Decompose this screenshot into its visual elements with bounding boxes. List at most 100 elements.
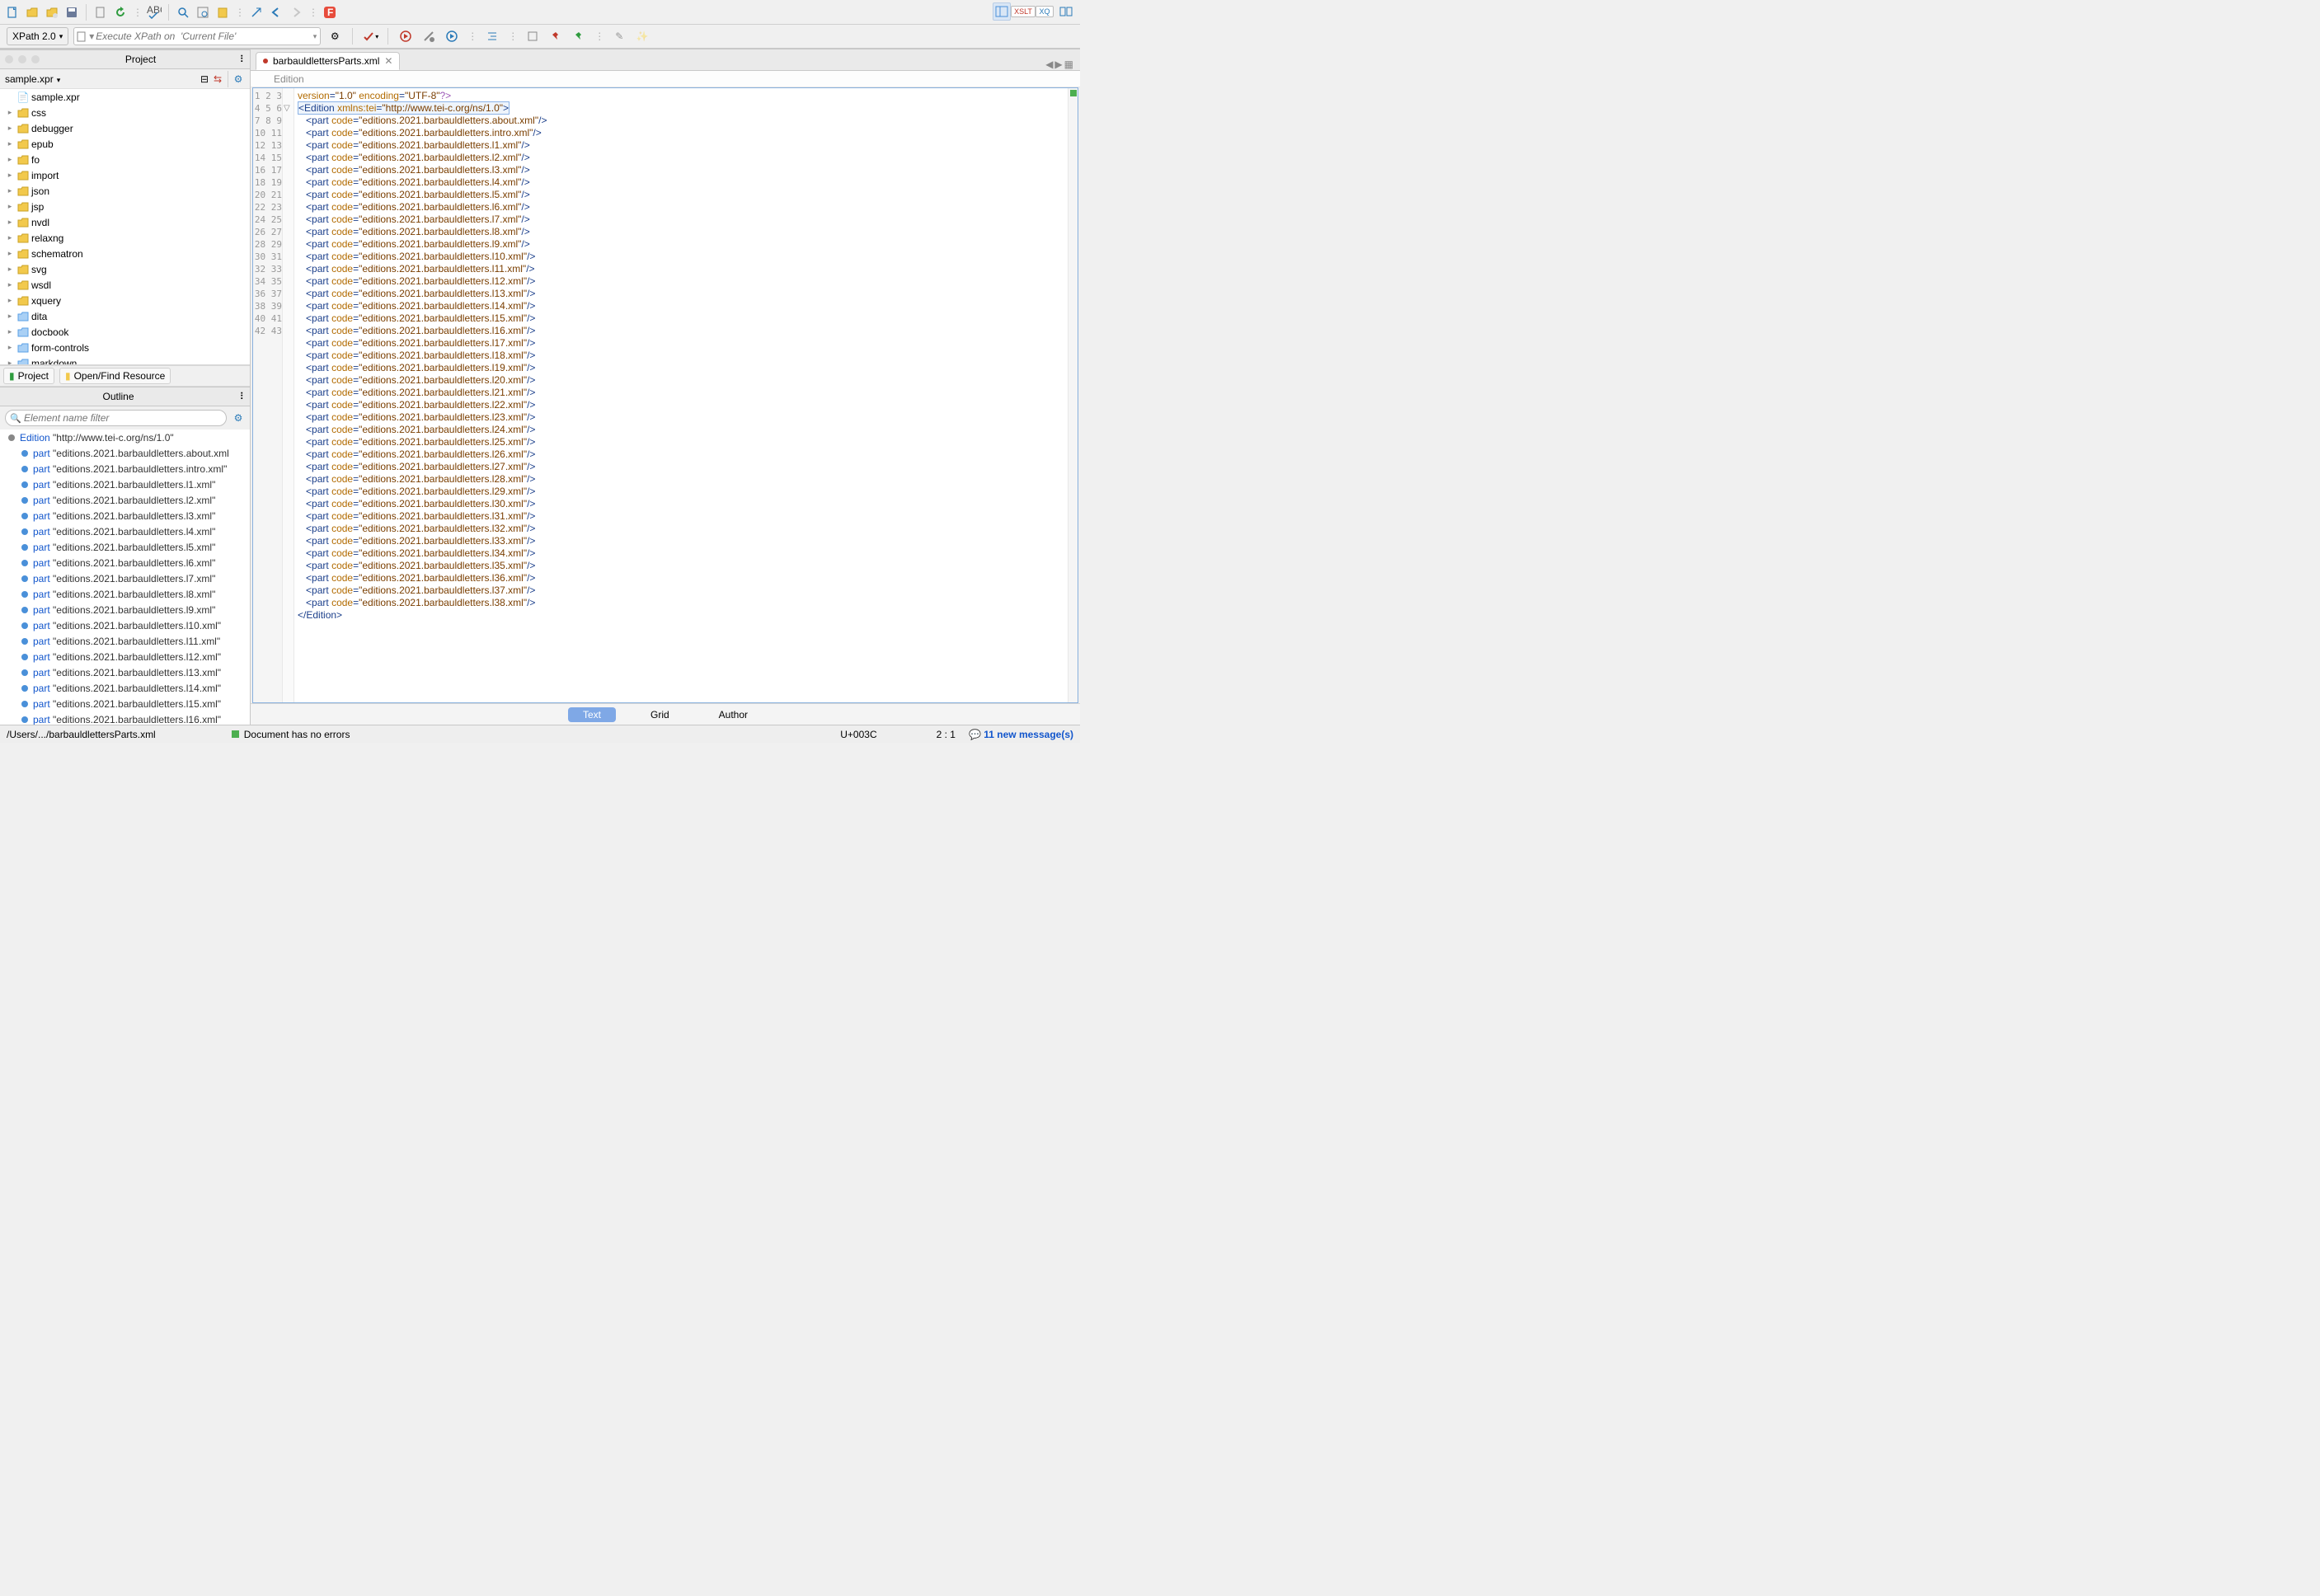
tree-folder[interactable]: ▸css (0, 105, 250, 120)
tab-open-find[interactable]: ▮Open/Find Resource (59, 368, 171, 384)
layout-icon[interactable] (993, 2, 1011, 21)
outline-item[interactable]: part "editions.2021.barbauldletters.abou… (0, 445, 250, 461)
tree-root[interactable]: 📄sample.xpr (0, 89, 250, 105)
tree-folder[interactable]: ▸nvdl (0, 214, 250, 230)
outline-item[interactable]: part "editions.2021.barbauldletters.l7.x… (0, 570, 250, 586)
xpath-input[interactable]: ▾ ▾ (73, 27, 321, 45)
outline-root[interactable]: Edition "http://www.tei-c.org/ns/1.0" (0, 430, 250, 445)
tree-folder[interactable]: ▸wsdl (0, 277, 250, 293)
fold-gutter[interactable]: ▽ (283, 88, 294, 702)
paste-icon[interactable] (214, 3, 232, 21)
outline-item[interactable]: part "editions.2021.barbauldletters.l11.… (0, 633, 250, 649)
tab-prev-icon[interactable]: ◀ (1045, 59, 1053, 70)
outline-item[interactable]: part "editions.2021.barbauldletters.l8.x… (0, 586, 250, 602)
xquery-debugger-icon[interactable]: XQ (1036, 2, 1054, 21)
pin-icon[interactable] (547, 27, 565, 45)
feedback-icon[interactable]: F (321, 3, 339, 21)
element-icon (21, 528, 28, 535)
pin-green-icon[interactable] (570, 27, 588, 45)
new-doc-icon[interactable] (92, 3, 110, 21)
gear-icon[interactable]: ⚙ (326, 27, 344, 45)
overview-ruler[interactable] (1068, 88, 1078, 702)
tree-folder[interactable]: ▸debugger (0, 120, 250, 136)
status-messages[interactable]: 💬 11 new message(s) (969, 729, 1073, 740)
outline-tree[interactable]: Edition "http://www.tei-c.org/ns/1.0"par… (0, 430, 250, 725)
forward-icon[interactable] (287, 3, 305, 21)
code-content[interactable]: version="1.0" encoding="UTF-8"?> <Editio… (294, 88, 1068, 702)
outline-item[interactable]: part "editions.2021.barbauldletters.l1.x… (0, 476, 250, 492)
outline-item[interactable]: part "editions.2021.barbauldletters.l13.… (0, 664, 250, 680)
tree-folder[interactable]: ▸schematron (0, 246, 250, 261)
close-tab-icon[interactable]: ✕ (384, 55, 392, 67)
tree-folder[interactable]: ▸docbook (0, 324, 250, 340)
tree-folder[interactable]: ▸form-controls (0, 340, 250, 355)
xslt-debugger-icon[interactable]: XSLT (1014, 2, 1032, 21)
fold-handle-icon[interactable]: ▽ (284, 102, 290, 115)
outline-item[interactable]: part "editions.2021.barbauldletters.l6.x… (0, 555, 250, 570)
breadcrumb[interactable]: Edition (251, 71, 1080, 87)
search-icon[interactable] (174, 3, 192, 21)
spellcheck-icon[interactable]: ABC (145, 3, 163, 21)
open-project-icon[interactable] (43, 3, 61, 21)
mode-author[interactable]: Author (704, 707, 763, 722)
window-max-icon[interactable] (31, 55, 40, 63)
new-file-icon[interactable] (3, 3, 21, 21)
find-replace-icon[interactable] (194, 3, 212, 21)
link-editor-icon[interactable]: ⇆ (211, 70, 224, 88)
outline-item[interactable]: part "editions.2021.barbauldletters.l4.x… (0, 523, 250, 539)
wand-icon[interactable]: ✨ (633, 27, 651, 45)
indent-icon[interactable] (483, 27, 501, 45)
outline-item[interactable]: part "editions.2021.barbauldletters.l5.x… (0, 539, 250, 555)
tab-list-icon[interactable]: ▦ (1064, 59, 1073, 70)
project-tree[interactable]: 📄sample.xpr▸css▸debugger▸epub▸fo▸import▸… (0, 89, 250, 365)
tree-folder[interactable]: ▸import (0, 167, 250, 183)
code-editor[interactable]: 1 2 3 4 5 6 7 8 9 10 11 12 13 14 15 16 1… (252, 87, 1078, 703)
outline-item[interactable]: part "editions.2021.barbauldletters.l16.… (0, 711, 250, 725)
editor-tab-active[interactable]: barbauldlettersParts.xml ✕ (256, 52, 400, 70)
outline-item[interactable]: part "editions.2021.barbauldletters.l12.… (0, 649, 250, 664)
outline-filter-input[interactable] (5, 410, 227, 426)
tab-next-icon[interactable]: ▶ (1054, 59, 1062, 70)
project-menu-icon[interactable]: ⠇ (237, 50, 250, 68)
save-icon[interactable] (63, 3, 81, 21)
edit-icon[interactable]: ✎ (610, 27, 628, 45)
validate-icon[interactable]: ▾ (361, 27, 379, 45)
compare-icon[interactable] (1057, 2, 1075, 21)
outline-item[interactable]: part "editions.2021.barbauldletters.intr… (0, 461, 250, 476)
tree-folder[interactable]: ▸xquery (0, 293, 250, 308)
tree-folder[interactable]: ▸jsp (0, 199, 250, 214)
back-icon[interactable] (267, 3, 285, 21)
collapse-icon[interactable] (247, 3, 265, 21)
outline-item[interactable]: part "editions.2021.barbauldletters.l9.x… (0, 602, 250, 617)
outline-item[interactable]: part "editions.2021.barbauldletters.l10.… (0, 617, 250, 633)
outline-settings-icon[interactable]: ⚙ (232, 409, 245, 427)
run-debug-icon[interactable] (443, 27, 461, 45)
tree-folder[interactable]: ▸fo (0, 152, 250, 167)
project-file-dropdown[interactable]: sample.xpr▾ (5, 73, 60, 85)
tree-folder[interactable]: ▸svg (0, 261, 250, 277)
outline-item[interactable]: part "editions.2021.barbauldletters.l14.… (0, 680, 250, 696)
outline-item[interactable]: part "editions.2021.barbauldletters.l2.x… (0, 492, 250, 508)
tree-folder[interactable]: ▸relaxng (0, 230, 250, 246)
tree-folder[interactable]: ▸json (0, 183, 250, 199)
tree-folder[interactable]: ▸epub (0, 136, 250, 152)
outline-item[interactable]: part "editions.2021.barbauldletters.l3.x… (0, 508, 250, 523)
reload-icon[interactable] (111, 3, 129, 21)
xpath-version-dropdown[interactable]: XPath 2.0▾ (7, 27, 68, 45)
window-min-icon[interactable] (18, 55, 26, 63)
transform-icon[interactable] (524, 27, 542, 45)
project-settings-icon[interactable]: ⚙ (232, 70, 245, 88)
outline-menu-icon[interactable]: ⠇ (237, 387, 250, 406)
tree-folder[interactable]: ▸dita (0, 308, 250, 324)
mode-text[interactable]: Text (568, 707, 616, 722)
collapse-all-icon[interactable]: ⊟ (198, 70, 211, 88)
outline-item[interactable]: part "editions.2021.barbauldletters.l15.… (0, 696, 250, 711)
tree-folder[interactable]: ▸markdown (0, 355, 250, 365)
open-icon[interactable] (23, 3, 41, 21)
tab-project[interactable]: ▮Project (3, 368, 54, 384)
run-icon[interactable] (397, 27, 415, 45)
mode-grid[interactable]: Grid (636, 707, 684, 722)
svg-text:F: F (327, 7, 333, 18)
configure-run-icon[interactable] (420, 27, 438, 45)
window-close-icon[interactable] (5, 55, 13, 63)
